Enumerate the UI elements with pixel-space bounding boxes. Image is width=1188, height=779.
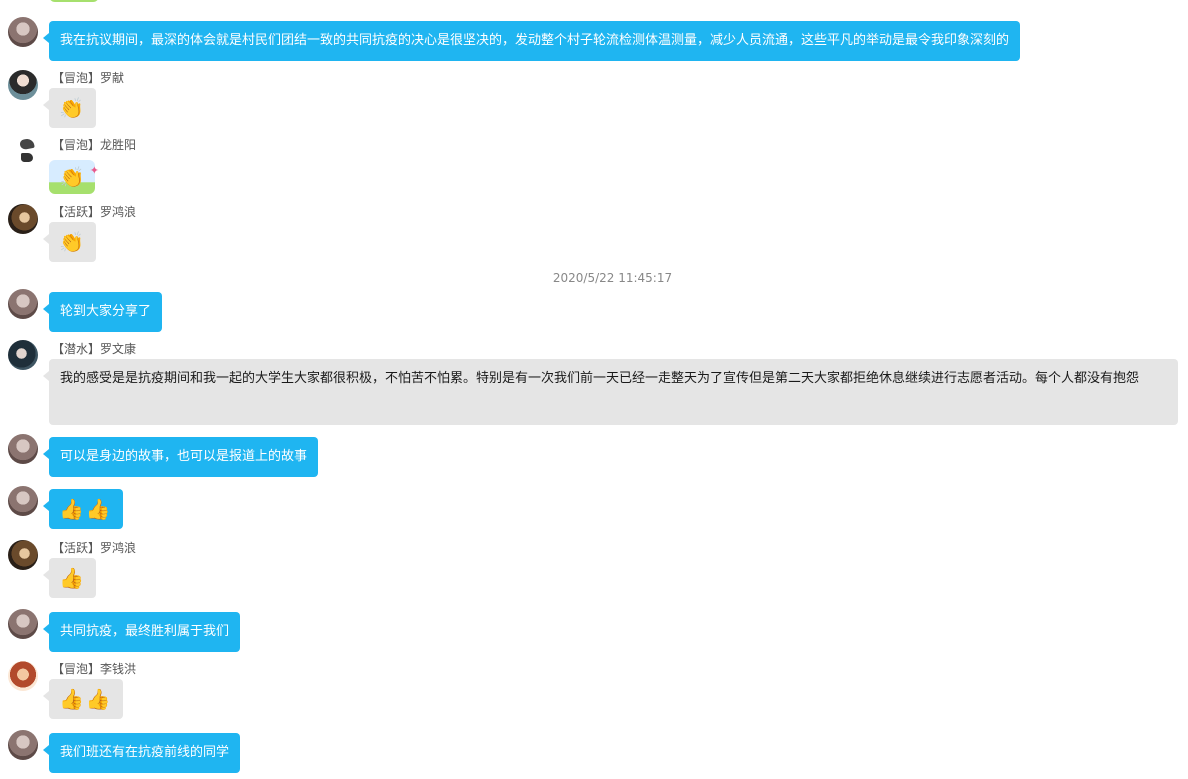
avatar[interactable] (8, 340, 38, 370)
message-bubble[interactable]: 我的感受是是抗疫期间和我一起的大学生大家都很积极，不怕苦不怕累。特别是有一次我们… (43, 359, 1178, 425)
clipped-sticker (49, 0, 99, 2)
avatar[interactable] (8, 661, 38, 691)
message-bubble[interactable]: 我在抗议期间，最深的体会就是村民们团结一致的共同抗疫的决心是很坚决的，发动整个村… (42, 21, 1021, 61)
sender-name: 【活跃】罗鸿浪 (52, 205, 137, 219)
avatar[interactable] (8, 486, 38, 516)
sender-name: 【冒泡】罗献 (52, 71, 125, 85)
sticker-bubble[interactable]: 👏 ✦ (49, 160, 99, 194)
emoji-bubble[interactable]: 👏 (43, 88, 96, 128)
emoji-bubble[interactable]: 👍👍 (43, 489, 123, 529)
sender-name: 【活跃】罗鸿浪 (52, 541, 137, 555)
emoji-bubble[interactable]: 👍 (43, 558, 96, 598)
chat-message-list[interactable]: 我在抗议期间，最深的体会就是村民们团结一致的共同抗疫的决心是很坚决的，发动整个村… (0, 0, 1188, 779)
avatar[interactable] (8, 70, 38, 100)
emoji-bubble[interactable]: 👍👍 (43, 679, 123, 719)
message-bubble[interactable]: 我们班还有在抗疫前线的同学 (42, 733, 241, 773)
avatar[interactable] (8, 204, 38, 234)
avatar[interactable] (8, 136, 38, 166)
sender-name: 【冒泡】龙胜阳 (52, 138, 137, 152)
message-bubble[interactable]: 共同抗疫，最终胜利属于我们 (42, 612, 241, 652)
avatar[interactable] (8, 434, 38, 464)
clapping-hands-icon: 👏 (59, 165, 85, 189)
sparkle-icon: ✦ (89, 164, 99, 177)
avatar[interactable] (8, 17, 38, 47)
timestamp: 2020/5/22 11:45:17 (552, 271, 673, 285)
message-bubble[interactable]: 轮到大家分享了 (42, 292, 163, 332)
sender-name: 【潜水】罗文康 (52, 342, 137, 356)
avatar[interactable] (8, 289, 38, 319)
avatar[interactable] (8, 609, 38, 639)
emoji-bubble[interactable]: 👏 (43, 222, 96, 262)
avatar[interactable] (8, 730, 38, 760)
message-bubble[interactable]: 可以是身边的故事，也可以是报道上的故事 (42, 437, 319, 477)
avatar[interactable] (8, 540, 38, 570)
sender-name: 【冒泡】李钱洪 (52, 662, 137, 676)
